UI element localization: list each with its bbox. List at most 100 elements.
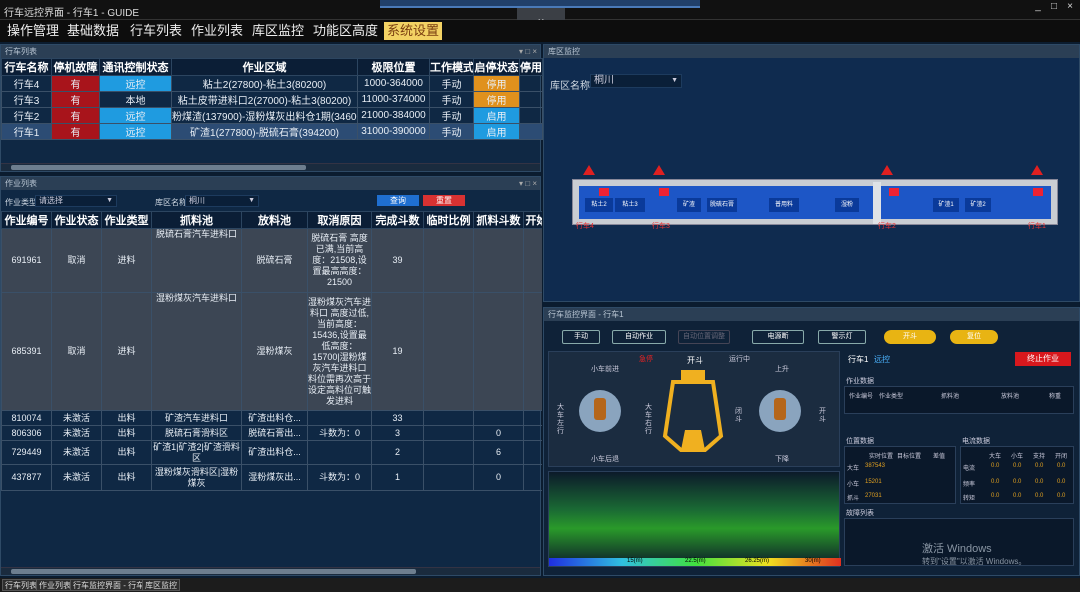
state-button[interactable]: 启用	[473, 107, 520, 124]
status-tab[interactable]: 库区监控	[142, 579, 180, 591]
maximize-button[interactable]: □	[1046, 0, 1062, 14]
menu-yard-monitor[interactable]: 库区监控	[249, 22, 307, 40]
menu-job-list[interactable]: 作业列表	[188, 22, 246, 40]
menu-basic-data[interactable]: 基础数据	[64, 22, 122, 40]
horizontal-scrollbar[interactable]	[1, 163, 540, 171]
dir-trolley-back[interactable]: 小车后退	[591, 454, 619, 464]
col-header[interactable]: 极限位置	[357, 58, 430, 76]
stop-job-button[interactable]: 终止作业	[1015, 352, 1071, 366]
table-row[interactable]: 810074 未激活 出料 矿渣汽车进料口 矿渣出料仓... 33	[1, 410, 542, 426]
col-header[interactable]: 开始	[523, 211, 542, 229]
panel-controls-icon[interactable]: ▾ □ ×	[519, 177, 537, 190]
reset-button[interactable]: 复位	[950, 330, 998, 344]
dir-cart-left[interactable]: 大车左行	[557, 404, 567, 436]
bay-label: 矿渣2	[970, 202, 986, 208]
status-tab[interactable]: 行车监控界面 - 行车1	[70, 579, 152, 591]
fault-cell: 有	[51, 91, 100, 108]
joystick-left-icon[interactable]	[579, 390, 621, 432]
dir-hoist-up[interactable]: 上升	[775, 364, 789, 374]
crane-name: 行车2	[1, 107, 52, 124]
col-header[interactable]: 工作模式	[429, 58, 474, 76]
yard-area-select[interactable]: 桐川 ▼	[590, 74, 682, 88]
table-row[interactable]: 691961 取消 进料 脱硫石膏汽车进料口 脱硫石膏 脱硫石膏 高度已满,当前…	[1, 228, 542, 293]
dir-cart-right[interactable]: 大车右行	[645, 404, 655, 436]
table-row[interactable]: 行车4 有 远控 粘土2(27800)-粘土3(80200) 1000-3640…	[1, 75, 543, 92]
status-tab[interactable]: 行车列表	[2, 579, 40, 591]
col-header[interactable]: 行车名称	[1, 58, 52, 76]
dir-trolley-fwd[interactable]: 小车前进	[591, 364, 619, 374]
horizontal-scrollbar[interactable]	[1, 567, 540, 575]
empty-cell	[519, 123, 543, 140]
menu-zone-height[interactable]: 功能区高度	[310, 22, 381, 40]
open-grab-button[interactable]: 开斗	[884, 330, 936, 344]
comm-cell[interactable]: 本地	[99, 91, 172, 108]
state-button[interactable]: 启用	[473, 123, 520, 140]
current-value: 0.0	[991, 479, 1000, 485]
minimize-button[interactable]: _	[1030, 0, 1046, 14]
warn-light-button[interactable]: 警示灯	[818, 330, 866, 344]
table-row-selected[interactable]: 行车1 有 远控 矿渣1(277800)-脱硫石膏(394200) 31000-…	[1, 123, 543, 140]
row-label: 抓斗	[847, 496, 860, 502]
col-header[interactable]: 作业状态	[51, 211, 102, 229]
table-row[interactable]: 806306 未激活 出料 脱硫石膏滑料区 脱硫石膏出... 斗数为：0 3 0	[1, 425, 542, 441]
col-header[interactable]: 取消原因	[307, 211, 372, 229]
col-header[interactable]: 停机故障	[51, 58, 100, 76]
area-label: 库区名称	[155, 198, 187, 207]
grab-pool: 矿渣1|矿渣2|矿渣滑料区	[151, 440, 242, 465]
point-cloud-view[interactable]: 15(m) 22.5(m) 26.25(m) 30(m)	[548, 471, 841, 567]
col-header[interactable]: 抓料斗数	[473, 211, 524, 229]
cancel-reason	[307, 440, 372, 465]
col-header[interactable]: 启停状态	[473, 58, 520, 76]
table-row[interactable]: 行车2 有 远控 粉煤渣(137900)-湿粉煤灰出料仓1期(346000) 2…	[1, 107, 543, 124]
fault-cell: 有	[51, 107, 100, 124]
legend-label: 22.5(m)	[685, 558, 706, 564]
menu-crane-list[interactable]: 行车列表	[127, 22, 185, 40]
status-tab[interactable]: 作业列表	[36, 579, 74, 591]
col-header[interactable]: 抓料池	[151, 211, 242, 229]
joystick-right-icon[interactable]	[759, 390, 801, 432]
dir-close[interactable]: 闭斗	[735, 408, 745, 424]
crane-name: 行车3	[1, 91, 52, 108]
job-type-select[interactable]: 请选择 ▼	[35, 195, 117, 207]
power-off-button[interactable]: 电源断	[752, 330, 804, 344]
temp-ratio	[423, 440, 474, 465]
comm-cell[interactable]: 远控	[99, 75, 172, 92]
col-header[interactable]: 作业编号	[1, 211, 52, 229]
chevron-down-icon: ▼	[671, 77, 678, 84]
close-button[interactable]: ×	[1062, 0, 1078, 14]
comm-cell[interactable]: 远控	[99, 123, 172, 140]
manual-button[interactable]: 手动	[562, 330, 600, 344]
col-header: 抓料池	[941, 394, 960, 400]
table-row[interactable]: 729449 未激活 出料 矿渣1|矿渣2|矿渣滑料区 矿渣出料仓... 2 6	[1, 440, 542, 465]
col-header[interactable]: 通讯控制状态	[99, 58, 172, 76]
table-row[interactable]: 437877 未激活 出料 湿粉煤灰滑料区|湿粉煤灰 湿粉煤灰出... 斗数为：…	[1, 464, 542, 491]
yard-monitor-panel: 库区监控 库区名称 桐川 ▼ 粘土2 粘土3 矿渣 脱硫石膏 普用料 湿粉 矿渣1…	[543, 44, 1080, 302]
reset-button[interactable]: 重置	[423, 195, 465, 206]
col-header[interactable]: 放料池	[241, 211, 308, 229]
menu-ops[interactable]: 操作管理	[4, 22, 62, 40]
col-header[interactable]: 完成斗数	[371, 211, 424, 229]
table-row[interactable]: 685391 取消 进料 湿粉煤灰汽车进料口 湿粉煤灰 湿粉煤灰汽车进料口 高度…	[1, 292, 542, 411]
dir-open[interactable]: 开斗	[819, 408, 829, 424]
area-select[interactable]: 桐川 ▼	[185, 195, 259, 207]
bay-label: 粘土2	[591, 202, 607, 208]
comm-cell[interactable]: 远控	[99, 107, 172, 124]
window-title: 行车远控界面 - 行车1 - GUIDE	[4, 8, 140, 19]
btn-label: 自动作业	[625, 333, 653, 340]
menu-system-settings[interactable]: 系统设置	[384, 22, 443, 40]
crane-list-panel: 行车列表 ▾ □ × 行车名称 停机故障 通讯控制状态 作业区域 极限位置 工作模…	[0, 44, 543, 172]
query-button[interactable]: 查询	[377, 195, 419, 206]
auto-job-button[interactable]: 自动作业	[612, 330, 666, 344]
table-row[interactable]: 行车3 有 本地 粘土皮带进料口2(27000)-粘土3(80200) 1100…	[1, 91, 543, 108]
panel-controls-icon[interactable]: ▾ □ ×	[519, 45, 537, 58]
col-header[interactable]: 作业区域	[171, 58, 358, 76]
col-header[interactable]: 临时比例	[423, 211, 474, 229]
col-header: 差值	[933, 454, 946, 460]
crane-name: 行车1	[1, 123, 52, 140]
col-header[interactable]: 停用	[519, 58, 543, 76]
done-count: 2	[371, 440, 424, 465]
state-button[interactable]: 停用	[473, 91, 520, 108]
col-header[interactable]: 作业类型	[101, 211, 152, 229]
dir-hoist-down[interactable]: 下降	[775, 454, 789, 464]
state-button[interactable]: 停用	[473, 75, 520, 92]
